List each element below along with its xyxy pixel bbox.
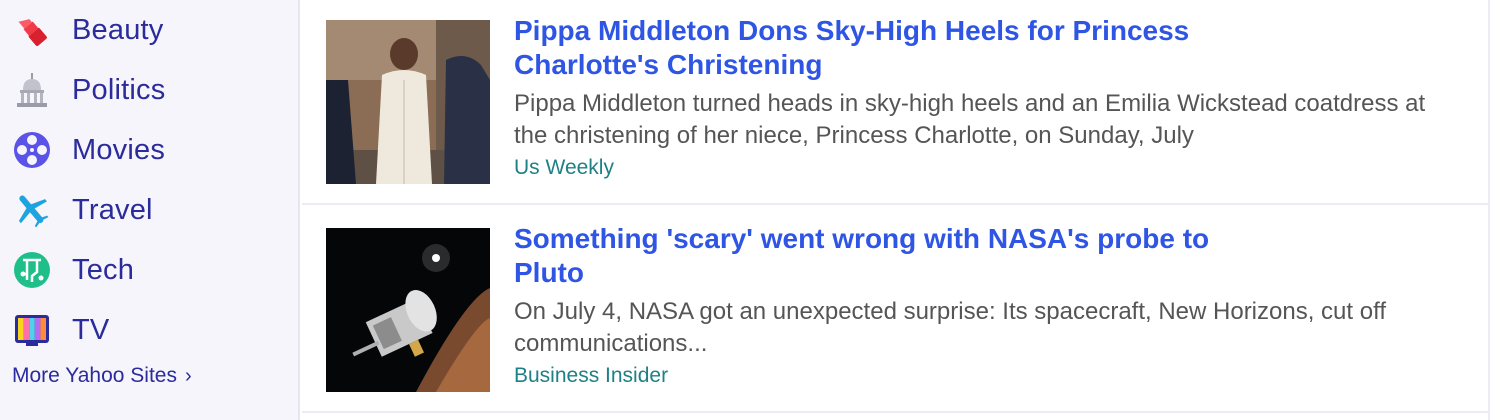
- story-summary: On July 4, NASA got an unexpected surpri…: [514, 298, 1386, 357]
- story-source-link[interactable]: Business Insider: [514, 364, 668, 388]
- feed-right-border: [1488, 0, 1490, 420]
- story-divider: [302, 411, 1488, 413]
- sidebar-item-label: Movies: [72, 133, 166, 166]
- story-headline-link[interactable]: Pippa Middleton Dons Sky-High Heels for …: [514, 14, 1274, 82]
- sidebar: Beauty Politics Movies Travel Tech TV Mo…: [0, 0, 300, 420]
- sidebar-item-politics[interactable]: Politics: [10, 65, 290, 115]
- story-source-link[interactable]: Us Weekly: [514, 156, 614, 180]
- sidebar-item-tv[interactable]: TV: [10, 305, 290, 355]
- news-feed: Pippa Middleton Dons Sky-High Heels for …: [302, 0, 1488, 420]
- chevron-right-icon: ›: [185, 364, 192, 387]
- film-reel-icon: [10, 128, 54, 172]
- story-thumbnail[interactable]: [326, 228, 490, 392]
- sidebar-item-tech[interactable]: Tech: [10, 245, 290, 295]
- sidebar-item-beauty[interactable]: Beauty: [10, 5, 290, 55]
- sidebar-item-label: Travel: [72, 193, 153, 226]
- capitol-icon: [10, 68, 54, 112]
- more-yahoo-sites-link[interactable]: More Yahoo Sites ›: [12, 364, 192, 388]
- story-summary: Pippa Middleton turned heads in sky-high…: [514, 90, 1426, 149]
- sidebar-item-label: TV: [72, 313, 110, 346]
- news-story[interactable]: Pippa Middleton Dons Sky-High Heels for …: [302, 0, 1488, 207]
- story-thumbnail[interactable]: [326, 20, 490, 184]
- tv-icon: [10, 308, 54, 352]
- lipstick-icon: [10, 8, 54, 52]
- sidebar-item-travel[interactable]: Travel: [10, 185, 290, 235]
- story-divider: [302, 203, 1488, 205]
- sidebar-item-label: Tech: [72, 253, 135, 286]
- more-yahoo-sites-label: More Yahoo Sites: [12, 364, 177, 387]
- sidebar-item-label: Beauty: [72, 13, 164, 46]
- sidebar-item-label: Politics: [72, 73, 166, 106]
- airplane-icon: [10, 188, 54, 232]
- news-story[interactable]: Something 'scary' went wrong with NASA's…: [302, 208, 1488, 415]
- story-headline-link[interactable]: Something 'scary' went wrong with NASA's…: [514, 222, 1274, 290]
- circuit-icon: [10, 248, 54, 292]
- sidebar-item-movies[interactable]: Movies: [10, 125, 290, 175]
